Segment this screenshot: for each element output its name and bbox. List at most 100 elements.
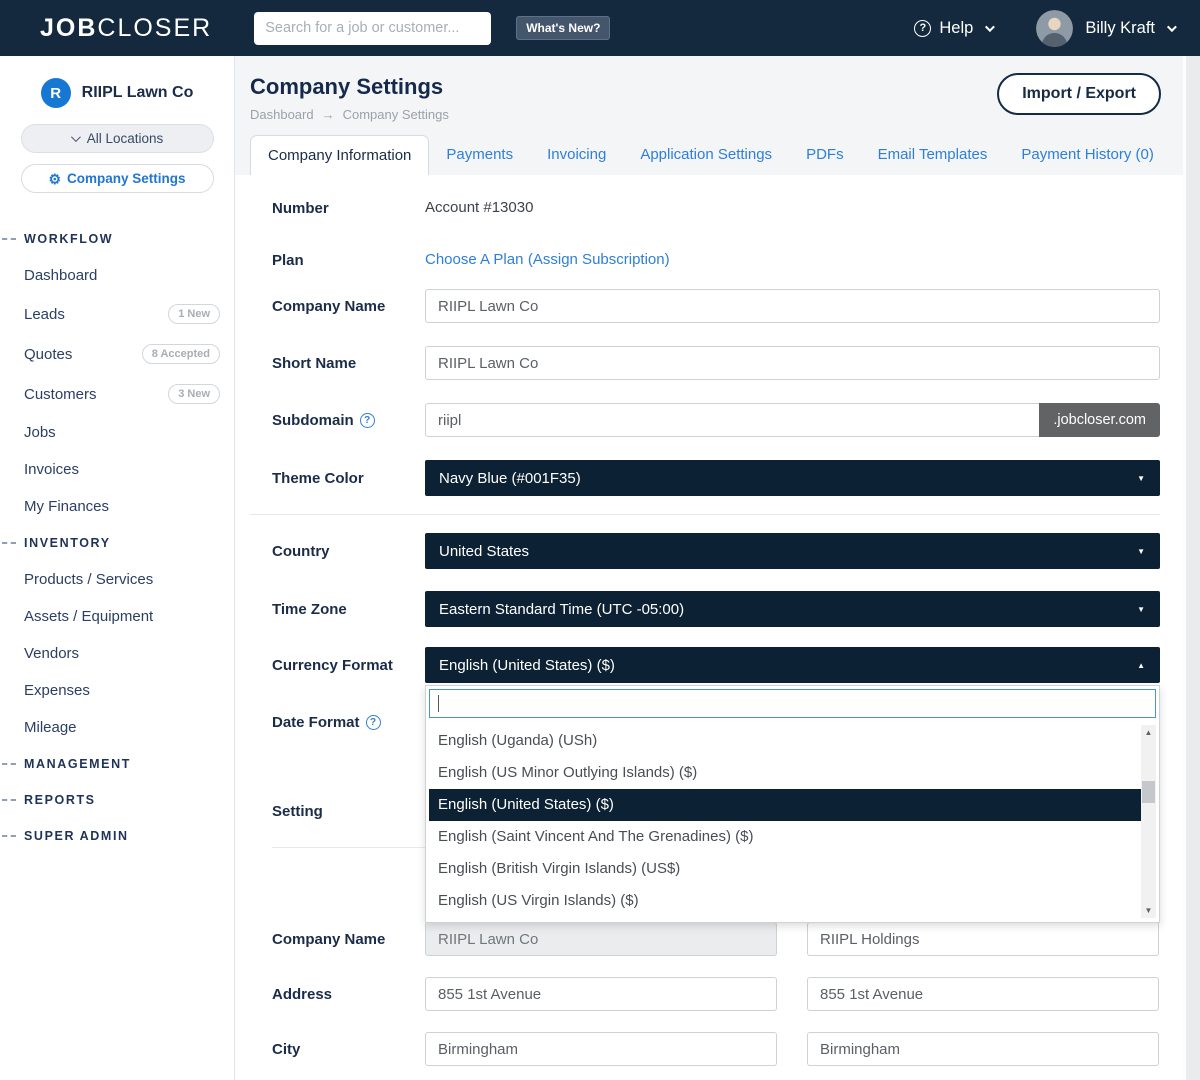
user-name[interactable]: Billy Kraft — [1085, 19, 1155, 38]
dropdown-scrollbar[interactable]: ▲ ▼ — [1141, 725, 1156, 918]
user-avatar[interactable] — [1036, 10, 1073, 47]
dash-icon — [2, 835, 16, 837]
sidebar-item-label: Customers — [24, 386, 97, 403]
city-label: City — [250, 1041, 425, 1058]
currency-format-label: Currency Format — [250, 657, 425, 674]
tab-payments[interactable]: Payments — [429, 135, 530, 175]
scrollbar-thumb[interactable] — [1142, 781, 1155, 803]
help-menu[interactable]: ? Help — [914, 19, 992, 38]
tab-company-information[interactable]: Company Information — [250, 135, 429, 175]
logo-light: CLOSER — [97, 14, 212, 42]
company-settings-label: Company Settings — [67, 171, 186, 186]
theme-color-label: Theme Color — [250, 470, 425, 487]
city-secondary-field[interactable] — [807, 1032, 1159, 1066]
currency-option[interactable]: English (Saint Vincent And The Grenadine… — [429, 821, 1141, 853]
scroll-down-icon[interactable]: ▼ — [1145, 906, 1153, 915]
dash-icon — [2, 542, 16, 544]
company-settings-button[interactable]: ⚙ Company Settings — [21, 164, 214, 193]
currency-format-select[interactable]: English (United States) ($) ▲ — [425, 647, 1160, 683]
date-format-label: Date Format ? — [250, 714, 425, 731]
sidebar-item-vendors[interactable]: Vendors — [0, 635, 234, 672]
all-locations-label: All Locations — [87, 131, 164, 146]
address-company-name-label: Company Name — [250, 931, 425, 948]
tab-invoicing[interactable]: Invoicing — [530, 135, 623, 175]
currency-option[interactable]: English (US Virgin Islands) ($) — [429, 885, 1141, 917]
assign-subscription-link[interactable]: (Assign Subscription) — [528, 251, 670, 268]
sidebar-item-leads[interactable]: Leads 1 New — [0, 294, 234, 334]
chevron-down-icon: ▼ — [1137, 605, 1145, 614]
currency-format-dropdown: English (Uganda) (USh) English (US Minor… — [425, 685, 1160, 923]
theme-color-select[interactable]: Navy Blue (#001F35) ▼ — [425, 460, 1160, 496]
company-name-field[interactable] — [425, 289, 1160, 323]
sidebar-item-quotes[interactable]: Quotes 8 Accepted — [0, 334, 234, 374]
tab-email-templates[interactable]: Email Templates — [861, 135, 1005, 175]
sidebar-item-label: Dashboard — [24, 267, 97, 284]
logo-bold: JOB — [40, 14, 97, 42]
address-section: Company Name Address City — [250, 922, 1160, 1066]
tab-payment-history[interactable]: Payment History (0) — [1004, 135, 1171, 175]
sidebar-company[interactable]: R RIIPL Lawn Co — [41, 78, 194, 108]
breadcrumb-dashboard[interactable]: Dashboard — [250, 107, 314, 122]
sidebar-item-products-services[interactable]: Products / Services — [0, 561, 234, 598]
dash-icon — [2, 763, 16, 765]
company-logo: R — [41, 78, 71, 108]
sidebar-item-assets-equipment[interactable]: Assets / Equipment — [0, 598, 234, 635]
time-zone-label: Time Zone — [250, 601, 425, 618]
currency-search-input[interactable] — [429, 689, 1156, 718]
tab-application-settings[interactable]: Application Settings — [623, 135, 789, 175]
sidebar-item-jobs[interactable]: Jobs — [0, 414, 234, 451]
section-header-label: WORKFLOW — [24, 232, 113, 246]
sidebar-item-mileage[interactable]: Mileage — [0, 709, 234, 746]
currency-option-selected[interactable]: English (United States) ($) — [429, 789, 1141, 821]
whats-new-button[interactable]: What's New? — [516, 16, 610, 40]
company-name-label: Company Name — [250, 298, 425, 315]
currency-option[interactable]: English (British Virgin Islands) (US$) — [429, 853, 1141, 885]
section-divider — [250, 514, 1160, 515]
sidebar-item-expenses[interactable]: Expenses — [0, 672, 234, 709]
company-name-secondary-field[interactable] — [807, 922, 1159, 956]
sidebar-item-dashboard[interactable]: Dashboard — [0, 257, 234, 294]
sidebar-item-my-finances[interactable]: My Finances — [0, 488, 234, 525]
short-name-field[interactable] — [425, 346, 1160, 380]
customers-badge: 3 New — [168, 384, 220, 404]
subdomain-help-icon[interactable]: ? — [360, 413, 375, 428]
sidebar-section-inventory[interactable]: INVENTORY — [0, 525, 234, 561]
time-zone-select[interactable]: Eastern Standard Time (UTC -05:00) ▼ — [425, 591, 1160, 627]
number-label: Number — [250, 200, 425, 217]
sidebar-section-super-admin[interactable]: SUPER ADMIN — [0, 818, 234, 854]
scroll-up-icon[interactable]: ▲ — [1145, 728, 1153, 737]
sidebar-section-workflow[interactable]: WORKFLOW — [0, 221, 234, 257]
all-locations-dropdown[interactable]: All Locations — [21, 124, 214, 153]
page-header: Company Settings Dashboard → Company Set… — [235, 56, 1183, 175]
section-header-label: SUPER ADMIN — [24, 829, 129, 843]
address-primary-field[interactable] — [425, 977, 777, 1011]
global-search-input[interactable] — [254, 12, 491, 45]
date-format-help-icon[interactable]: ? — [366, 715, 381, 730]
currency-option[interactable]: English (US Minor Outlying Islands) ($) — [429, 757, 1141, 789]
short-name-label: Short Name — [250, 355, 425, 372]
sidebar-item-label: Quotes — [24, 346, 72, 363]
import-export-button[interactable]: Import / Export — [997, 73, 1161, 115]
page-scrollbar[interactable] — [1183, 56, 1200, 1080]
address-secondary-field[interactable] — [807, 977, 1159, 1011]
tab-pdfs[interactable]: PDFs — [789, 135, 861, 175]
subdomain-suffix: .jobcloser.com — [1039, 403, 1160, 437]
tab-bar: Company Information Payments Invoicing A… — [250, 135, 1183, 175]
avatar-image — [1036, 10, 1073, 47]
city-primary-field[interactable] — [425, 1032, 777, 1066]
app-logo[interactable]: JOBCLOSER — [40, 14, 212, 43]
country-select[interactable]: United States ▼ — [425, 533, 1160, 569]
chevron-down-icon — [71, 132, 81, 142]
account-number-value: Account #13030 — [425, 199, 533, 216]
country-value: United States — [439, 543, 529, 560]
sidebar-item-invoices[interactable]: Invoices — [0, 451, 234, 488]
sidebar-section-management[interactable]: MANAGEMENT — [0, 746, 234, 782]
leads-badge: 1 New — [168, 304, 220, 324]
sidebar-item-customers[interactable]: Customers 3 New — [0, 374, 234, 414]
sidebar-section-reports[interactable]: REPORTS — [0, 782, 234, 818]
date-format-label-text: Date Format — [272, 714, 360, 731]
currency-option[interactable]: English (Uganda) (USh) — [429, 725, 1141, 757]
choose-a-plan-link[interactable]: Choose A Plan — [425, 251, 523, 268]
currency-options-list: English (Uganda) (USh) English (US Minor… — [429, 725, 1156, 918]
chevron-down-icon[interactable] — [1167, 22, 1177, 32]
